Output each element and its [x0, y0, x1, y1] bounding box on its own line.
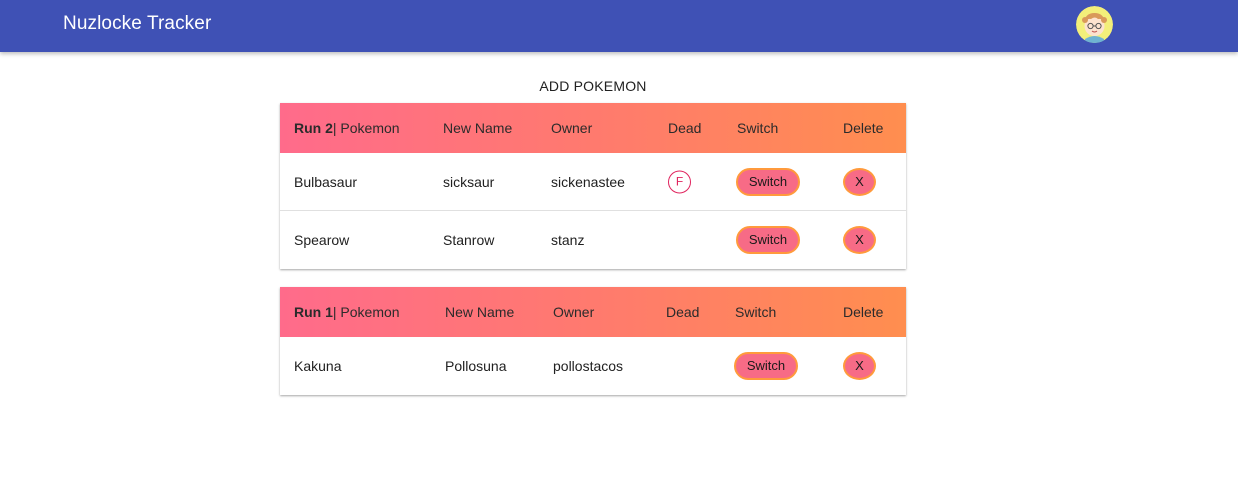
delete-button[interactable]: X: [843, 167, 876, 196]
user-avatar-icon[interactable]: [1076, 6, 1113, 43]
header-owner: Owner: [551, 120, 593, 136]
header-new-name: New Name: [443, 120, 513, 136]
header-delete: Delete: [843, 120, 884, 136]
switch-button[interactable]: Switch: [736, 167, 800, 196]
header-switch: Switch: [737, 120, 779, 136]
new-name-cell: Stanrow: [443, 232, 495, 248]
header-pokemon-label: | Pokemon: [332, 304, 400, 320]
table-header: Run 2| Pokemon New Name Owner Dead Switc…: [280, 103, 906, 153]
table-header: Run 1| Pokemon New Name Owner Dead Switc…: [280, 287, 906, 337]
owner-cell: stanz: [551, 232, 585, 248]
header-switch: Switch: [735, 304, 777, 320]
table-row: Spearow Stanrow stanz Switch X: [280, 211, 906, 269]
table-row: Kakuna Pollosuna pollostacos Switch X: [280, 337, 906, 395]
table-row: Bulbasaur sicksaur sickenastee F Switch …: [280, 153, 906, 211]
run-table-run-2: Run 2| Pokemon New Name Owner Dead Switc…: [280, 103, 906, 269]
delete-button[interactable]: X: [843, 352, 876, 380]
add-pokemon-button[interactable]: ADD POKEMON: [530, 75, 656, 97]
new-name-cell: Pollosuna: [445, 358, 507, 374]
run-label: Run 2: [294, 120, 333, 136]
delete-button[interactable]: X: [843, 226, 876, 254]
header-dead: Dead: [668, 120, 702, 136]
switch-button[interactable]: Switch: [736, 226, 800, 254]
header-dead: Dead: [666, 304, 700, 320]
header-pokemon: Run 1| Pokemon: [294, 304, 400, 320]
pokemon-cell: Spearow: [294, 232, 350, 248]
header-pokemon-label: | Pokemon: [332, 120, 400, 136]
run-label: Run 1: [294, 304, 333, 320]
pokemon-cell: Bulbasaur: [294, 173, 358, 190]
run-table-run-1: Run 1| Pokemon New Name Owner Dead Switc…: [280, 287, 906, 395]
new-name-cell: sicksaur: [443, 173, 495, 190]
header-pokemon: Run 2| Pokemon: [294, 120, 400, 136]
dead-badge[interactable]: F: [668, 170, 691, 193]
pokemon-cell: Kakuna: [294, 358, 342, 374]
header-owner: Owner: [553, 304, 595, 320]
switch-button[interactable]: Switch: [734, 352, 798, 380]
header-delete: Delete: [843, 304, 884, 320]
app-bar: Nuzlocke Tracker: [0, 0, 1238, 52]
owner-cell: sickenastee: [551, 173, 625, 190]
owner-cell: pollostacos: [553, 358, 624, 374]
app-title: Nuzlocke Tracker: [63, 13, 212, 34]
header-new-name: New Name: [445, 304, 515, 320]
